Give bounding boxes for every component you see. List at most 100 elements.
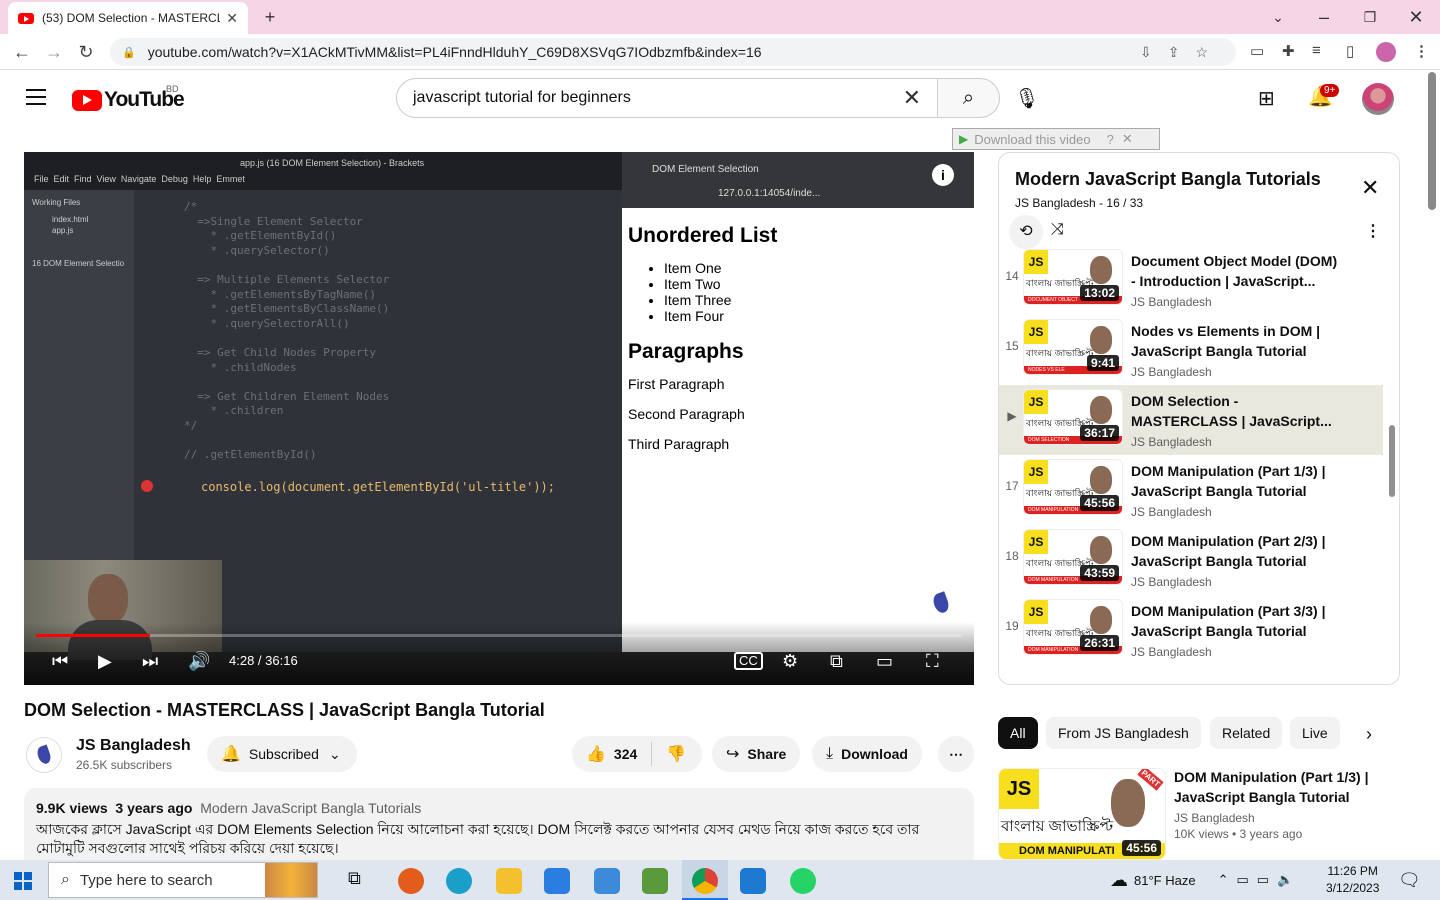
profile-icon[interactable] (1376, 42, 1396, 62)
related-info[interactable]: DOM Manipulation (Part 1/3) | JavaScript… (1174, 767, 1384, 841)
task-view-icon[interactable]: ⧉ (348, 868, 374, 894)
play-icon[interactable]: ▶ (98, 649, 112, 673)
weather-text[interactable]: 81°F Haze (1134, 873, 1196, 888)
playlist-thumbnail[interactable]: JS বাংলায় জাভাস্ক্রিপ্ট DOCUMENT OBJECT 13… (1023, 249, 1123, 305)
playlist-link[interactable]: Modern JavaScript Bangla Tutorials (200, 800, 421, 816)
related-title[interactable]: DOM Manipulation (Part 1/3) | JavaScript… (1174, 767, 1384, 807)
fullscreen-icon[interactable]: ⛶ (926, 649, 939, 673)
taskbar-search[interactable]: ⌕ Type here to search (48, 862, 318, 898)
clock[interactable]: 11:26 PM 3/12/2023 (1326, 863, 1379, 897)
account-avatar[interactable] (1362, 83, 1394, 115)
loop-playlist-icon[interactable]: ⟲ (1009, 215, 1043, 249)
tab-close-icon[interactable]: ✕ (226, 10, 238, 27)
playlist-item[interactable]: 14 JS বাংলায় জাভাস্ক্রিপ্ট DOCUMENT OBJECT… (999, 245, 1383, 315)
search-button[interactable]: ⌕ (937, 78, 1000, 118)
chip-from-js-bangladesh[interactable]: From JS Bangladesh (1046, 717, 1201, 749)
reload-icon[interactable]: ↻ (74, 40, 98, 64)
cast-icon[interactable]: ▭ (1250, 42, 1264, 60)
subscribed-button[interactable]: 🔔 Subscribed ⌄ (207, 736, 357, 772)
download-button[interactable]: ⤓ Download (812, 736, 922, 772)
file-explorer-icon[interactable] (496, 868, 522, 894)
page-scrollbar[interactable] (1428, 72, 1436, 210)
playlist-item[interactable]: ▶ JS বাংলায় জাভাস্ক্রিপ্ট DOM SELECTION 36:… (999, 385, 1383, 455)
tray-icons[interactable]: ⌃▭▭🔈 (1218, 872, 1302, 888)
side-panel-icon[interactable]: ▯ (1346, 42, 1354, 60)
window-close-icon[interactable]: ✕ (1402, 4, 1430, 30)
captions-icon[interactable]: CC (734, 652, 763, 670)
hamburger-menu-icon[interactable] (26, 89, 46, 105)
chip-all[interactable]: All (998, 717, 1038, 749)
playlist-thumbnail[interactable]: JS বাংলায় জাভাস্ক্রিপ্ট DOM MANIPULATION 4… (1023, 459, 1123, 515)
channel-name[interactable]: JS Bangladesh (76, 737, 191, 755)
vscode-icon[interactable] (740, 868, 766, 894)
channel-avatar[interactable] (26, 737, 62, 773)
whatsapp-icon[interactable] (790, 868, 816, 894)
back-icon[interactable]: ← (10, 40, 34, 64)
address-bar[interactable]: 🔒 youtube.com/watch?v=X1ACkMTivMM&list=P… (110, 38, 1236, 66)
description-box[interactable]: 9.9K views 3 years ago Modern JavaScript… (24, 788, 974, 868)
info-icon[interactable]: i (932, 164, 954, 186)
help-icon[interactable]: ? (1107, 132, 1114, 147)
chrome-menu-icon[interactable]: ⋮ (1414, 42, 1429, 60)
playlist-more-icon[interactable]: ⋮ (1365, 221, 1381, 241)
restore-icon[interactable]: ❐ (1356, 4, 1384, 30)
video-player[interactable]: app.js (16 DOM Element Selection) - Brac… (24, 152, 974, 685)
progress-bar[interactable] (36, 634, 962, 637)
playlist-item[interactable]: 17 JS বাংলায় জাভাস্ক্রিপ্ট DOM MANIPULATIO… (999, 455, 1383, 525)
tab-search-chevron-icon[interactable]: ⌄ (1264, 4, 1292, 30)
search-input[interactable]: javascript tutorial for beginners (413, 89, 903, 107)
miniplayer-icon[interactable]: ⧉ (830, 649, 843, 673)
chip-related[interactable]: Related (1210, 717, 1283, 749)
mail-icon[interactable] (594, 868, 620, 894)
close-extension-icon[interactable]: ✕ (1122, 131, 1133, 147)
download-extension-label: Download this video (974, 131, 1091, 147)
clear-search-icon[interactable]: ✕ (903, 85, 921, 111)
extensions-icon[interactable]: ✚ (1282, 42, 1295, 60)
previous-icon[interactable]: ⏮ (52, 649, 68, 673)
channel-watermark-icon[interactable] (924, 586, 958, 620)
new-tab-icon[interactable]: + (256, 4, 284, 30)
browser-tab[interactable]: (53) DOM Selection - MASTERCLASS | JavaS… (8, 2, 248, 34)
playlist-scrollbar[interactable] (1389, 425, 1395, 497)
windows-start-icon[interactable] (14, 872, 32, 890)
download-extension-bar[interactable]: ▶ Download this video ? ✕ (952, 128, 1160, 150)
create-video-icon[interactable]: ⊞ (1258, 86, 1275, 111)
more-actions-button[interactable]: ⋯ (938, 736, 974, 772)
voice-search-icon[interactable]: 🎙 (1012, 84, 1042, 114)
search-box[interactable]: javascript tutorial for beginners ✕ (396, 78, 938, 118)
notepad-plus-icon[interactable] (642, 868, 668, 894)
forward-icon[interactable]: → (42, 40, 66, 64)
store-icon[interactable] (544, 868, 570, 894)
chevron-right-icon[interactable]: › (1366, 724, 1372, 745)
edge-icon[interactable] (446, 868, 472, 894)
youtube-logo[interactable]: YouTube BD (72, 84, 185, 112)
playlist-owner[interactable]: JS Bangladesh (1015, 196, 1096, 210)
firefox-icon[interactable] (398, 868, 424, 894)
playlist-title[interactable]: Modern JavaScript Bangla Tutorials (1015, 169, 1321, 190)
dislike-button[interactable]: 👎 (652, 744, 700, 764)
like-button[interactable]: 👍 324 (572, 742, 653, 766)
related-meta: 10K views • 3 years ago (1174, 827, 1303, 841)
playlist-item[interactable]: 18 JS বাংলায় জাভাস্ক্রিপ্ট DOM MANIPULATIO… (999, 525, 1383, 595)
related-channel[interactable]: JS Bangladesh (1174, 811, 1384, 825)
playlist-close-icon[interactable]: ✕ (1361, 175, 1379, 201)
next-icon[interactable]: ⏭ (142, 649, 158, 673)
theater-mode-icon[interactable]: ▭ (876, 649, 893, 673)
playlist-thumbnail[interactable]: JS বাংলায় জাভাস্ক্রিপ্ট DOM MANIPULATION 4… (1023, 529, 1123, 585)
volume-icon[interactable]: 🔊 (188, 649, 210, 673)
playlist-thumbnail[interactable]: JS বাংলায় জাভাস্ক্রিপ্ট DOM MANIPULATION 2… (1023, 599, 1123, 655)
playlist-item[interactable]: 15 JS বাংলায় জাভাস্ক্রিপ্ট NODES VS ELE 9:4… (999, 315, 1383, 385)
share-button[interactable]: ↪ Share (712, 736, 801, 772)
settings-gear-icon[interactable]: ⚙ (782, 649, 798, 673)
playlist-thumbnail[interactable]: JS বাংলায় জাভাস্ক্রিপ্ট NODES VS ELE 9:41 (1023, 319, 1123, 375)
notification-center-icon[interactable]: 🗨 (1398, 870, 1421, 891)
minimize-icon[interactable]: – (1310, 4, 1338, 30)
install-share-bookmark-icons[interactable]: ⇩⇪☆ (1140, 44, 1224, 61)
chip-live[interactable]: Live (1290, 717, 1340, 749)
playlist-thumbnail[interactable]: JS বাংলায় জাভাস্ক্রিপ্ট DOM SELECTION 36:1… (1023, 389, 1123, 445)
shuffle-icon[interactable]: ⤨ (1051, 221, 1064, 239)
playlist-item[interactable]: 19 JS বাংলায় জাভাস্ক্রিপ্ট DOM MANIPULATIO… (999, 595, 1383, 665)
chrome-icon[interactable] (692, 868, 718, 894)
related-thumbnail[interactable]: JS বাংলায় জাভাস্ক্রিপ্ট PART DOM MANIPU… (998, 768, 1166, 860)
media-icon[interactable]: ≡ (1312, 42, 1321, 59)
